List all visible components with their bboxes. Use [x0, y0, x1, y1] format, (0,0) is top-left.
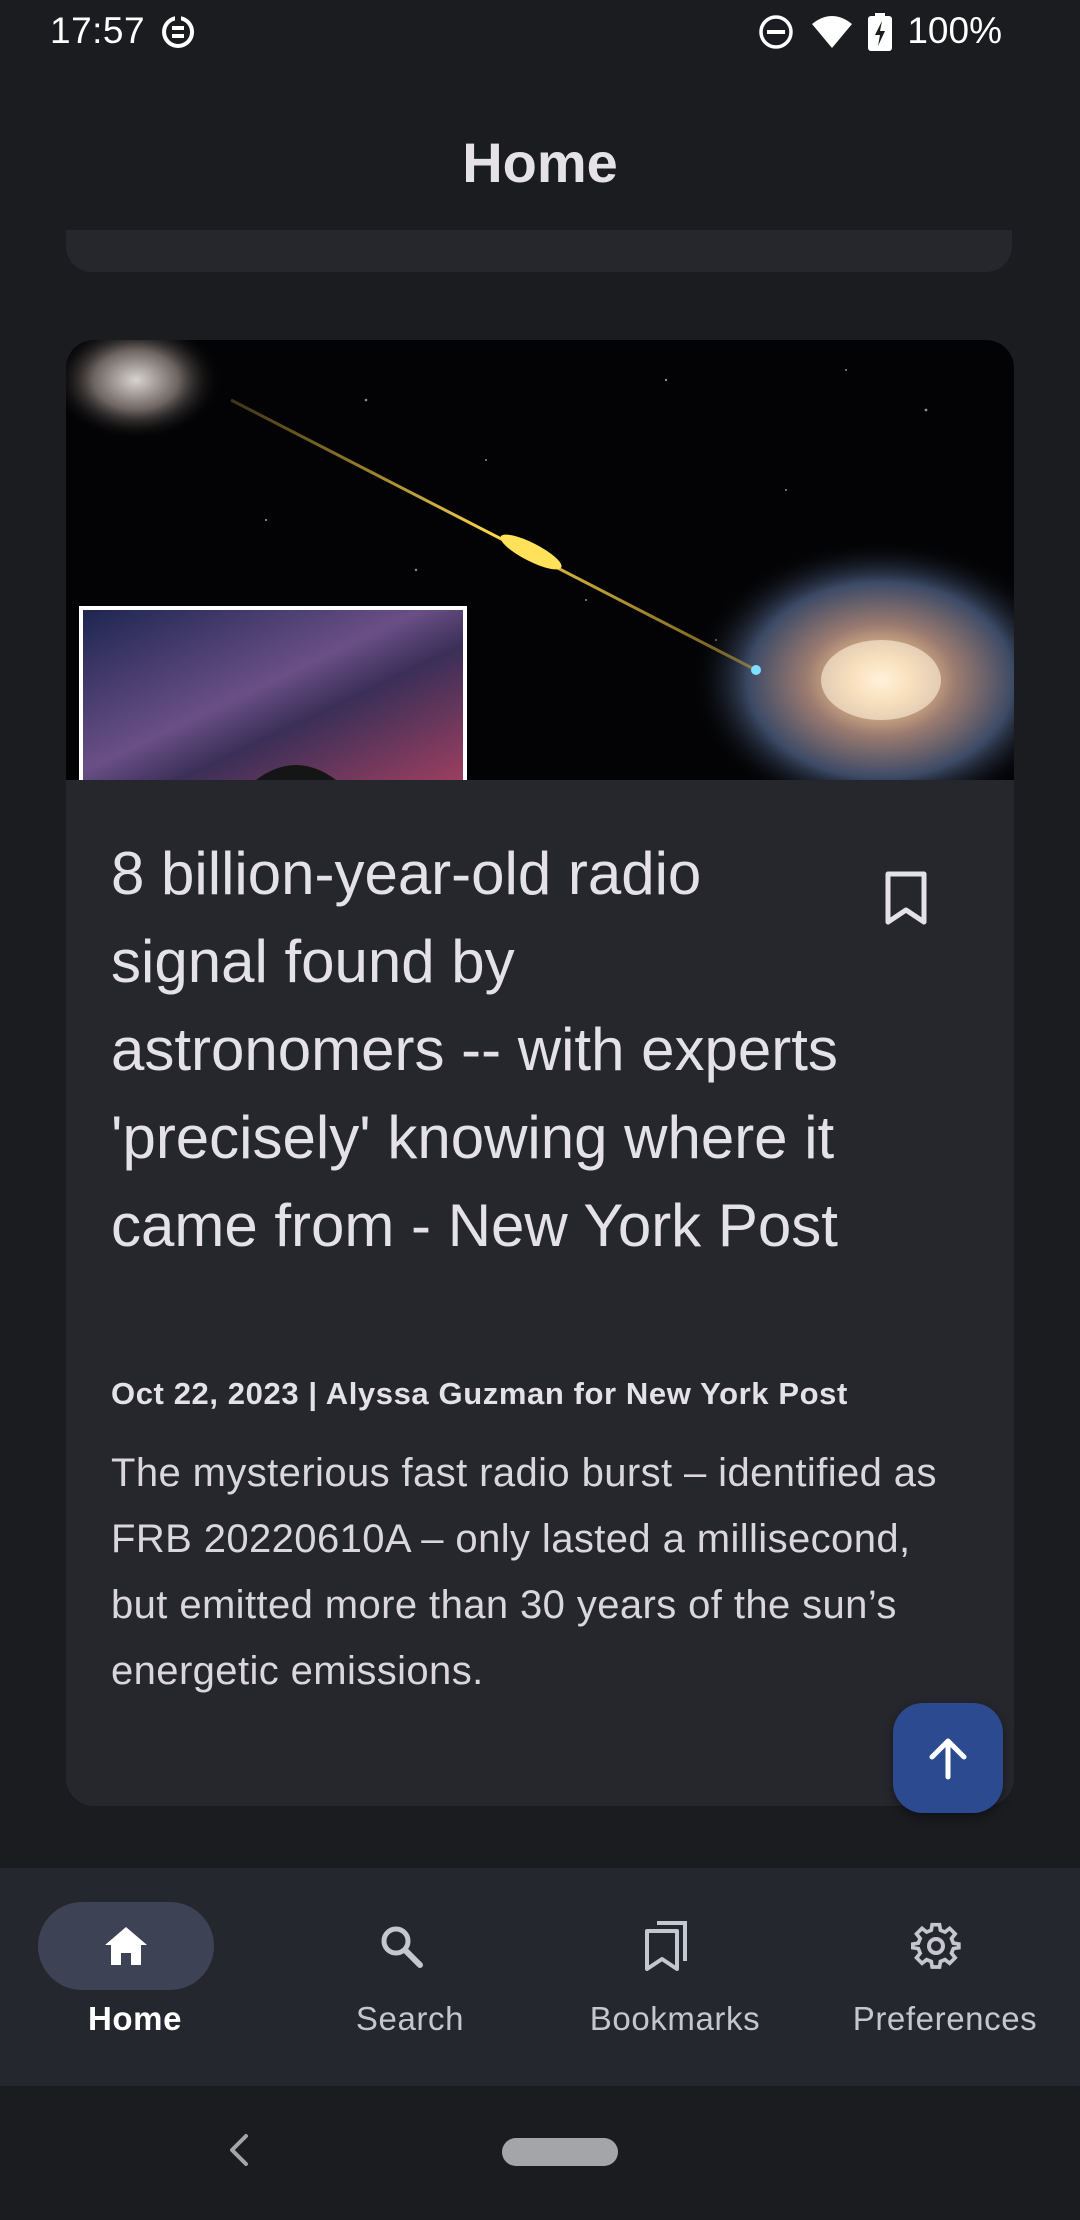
- bookmark-button[interactable]: [866, 858, 946, 938]
- wifi-icon: [812, 16, 852, 48]
- scroll-to-top-button[interactable]: [893, 1703, 1003, 1813]
- gear-icon: [911, 1922, 961, 1969]
- article-image: [66, 340, 1014, 780]
- home-gesture-pill[interactable]: [502, 2138, 618, 2166]
- nav-item-search[interactable]: Search: [275, 1868, 545, 2086]
- nav-item-bookmarks[interactable]: Bookmarks: [540, 1868, 810, 2086]
- nav-label-preferences: Preferences: [852, 2000, 1038, 2037]
- search-icon: [381, 1926, 423, 1968]
- data-saver-icon: [162, 14, 195, 48]
- nav-label-search: Search: [355, 2000, 465, 2037]
- bookmarks-icon: [645, 1921, 687, 1971]
- previous-article-card[interactable]: [66, 230, 1012, 272]
- nav-label-bookmarks: Bookmarks: [589, 2000, 761, 2037]
- home-icon: [105, 1927, 147, 1965]
- bookmark-outline-icon: [885, 871, 927, 925]
- article-meta: Oct 22, 2023 | Alyssa Guzman for New Yor…: [111, 1376, 848, 1411]
- battery-percentage: 100%: [907, 10, 1002, 51]
- nav-label-home: Home: [87, 2000, 183, 2037]
- status-time: 17:57: [50, 10, 146, 51]
- nav-item-preferences[interactable]: Preferences: [810, 1868, 1080, 2086]
- bottom-navigation: Home Search Bookmarks Preferences: [0, 1868, 1080, 2086]
- back-icon[interactable]: [222, 2130, 256, 2170]
- page-title: Home: [462, 131, 618, 194]
- article-title[interactable]: 8 billion-year-old radio signal found by…: [111, 830, 841, 1270]
- status-bar: 17:57 100%: [0, 0, 1080, 66]
- system-navigation-bar: [0, 2086, 1080, 2220]
- battery-charging-icon: [868, 13, 892, 51]
- article-card[interactable]: 8 billion-year-old radio signal found by…: [66, 340, 1014, 1806]
- dnd-icon: [759, 15, 793, 49]
- nav-item-home[interactable]: Home: [0, 1868, 270, 2086]
- article-description: The mysterious fast radio burst – identi…: [111, 1451, 937, 1693]
- arrow-up-icon: [929, 1738, 967, 1780]
